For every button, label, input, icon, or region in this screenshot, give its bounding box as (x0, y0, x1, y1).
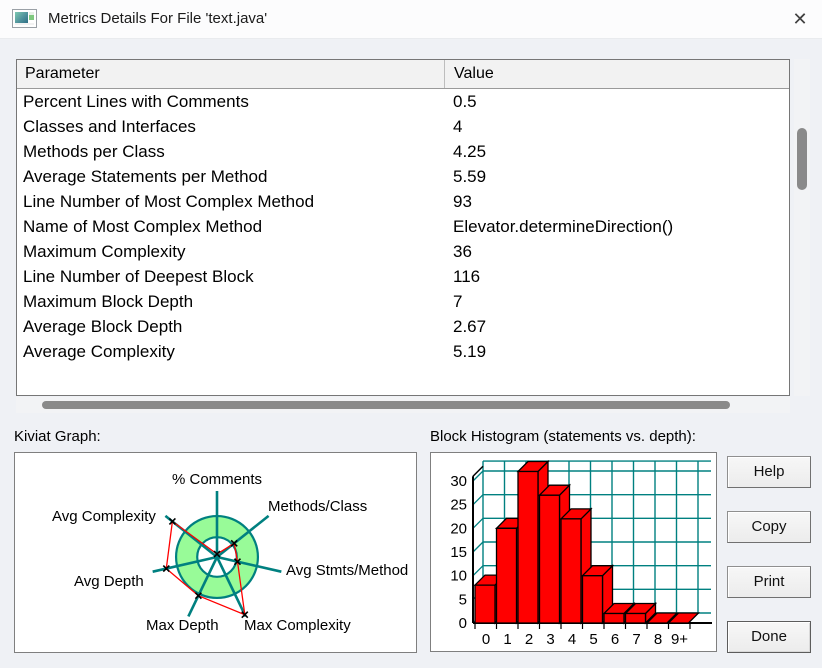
kiviat-chart: % Comments Methods/Class Avg Stmts/Method M… (52, 471, 408, 634)
x-tick-label: 6 (611, 631, 619, 648)
table-row: Percent Lines with Comments 0.5 (17, 89, 789, 114)
value-cell: 36 (453, 242, 472, 261)
metrics-details-dialog: Metrics Details For File 'text.java' ✕ P… (0, 0, 822, 668)
table-row: Line Number of Deepest Block 116 (17, 264, 789, 289)
kiviat-axis-label: Max Complexity (244, 617, 351, 634)
axis-depth-tick (472, 470, 484, 482)
bar-front-face (495, 527, 518, 624)
value-cell: 4.25 (453, 142, 487, 161)
bar-front-face (603, 612, 625, 624)
value-cell: 0.5 (453, 92, 477, 111)
y-tick-label: 10 (450, 568, 467, 585)
parameter-cell: Average Statements per Method (23, 167, 268, 186)
value-cell: 2.67 (453, 317, 487, 336)
kiviat-axis-label: Avg Stmts/Method (286, 562, 408, 579)
app-icon-block-2 (29, 15, 34, 20)
copy-button[interactable]: Copy (727, 511, 811, 543)
help-button[interactable]: Help (727, 456, 811, 488)
table-row: Line Number of Most Complex Method 93 (17, 189, 789, 214)
table-row: Maximum Complexity 36 (17, 239, 789, 264)
table-header: Parameter Value (17, 60, 789, 89)
parameter-cell: Maximum Complexity (23, 242, 186, 261)
app-icon-picture (15, 12, 28, 23)
parameter-cell: Classes and Interfaces (23, 117, 196, 136)
axis-depth-tick (472, 517, 484, 529)
vertical-scrollbar[interactable] (794, 59, 810, 396)
app-icon-block-3 (15, 23, 34, 25)
axis-depth-tick (472, 541, 484, 553)
parameter-cell: Line Number of Most Complex Method (23, 192, 315, 211)
block-histogram-label: Block Histogram (statements vs. depth): (430, 428, 696, 445)
kiviat-panel: % Comments Methods/Class Avg Stmts/Method M… (14, 452, 417, 653)
histogram-panel: 0 5 10 15 20 25 30 0 1 2 3 4 5 6 7 8 9+ (430, 452, 717, 652)
bar-front-face (624, 612, 647, 624)
x-tick-label: 1 (503, 631, 511, 648)
bar-front-face (581, 575, 604, 624)
y-tick-label: 20 (450, 520, 467, 537)
parameter-cell: Average Complexity (23, 342, 175, 361)
y-tick-label: 30 (450, 473, 467, 490)
done-button[interactable]: Done (727, 621, 811, 653)
histogram-chart: 0510152025300 1 2 3 4 5 6 7 8 9+ (450, 459, 712, 648)
metrics-table: Parameter Value Percent Lines with Comme… (16, 59, 790, 396)
table-row: Maximum Block Depth 7 (17, 289, 789, 314)
column-header-parameter[interactable]: Parameter (25, 60, 100, 88)
kiviat-axis-label: % Comments (172, 471, 262, 488)
table-row: Name of Most Complex Method Elevator.dete… (17, 214, 789, 239)
value-cell: 5.59 (453, 167, 487, 186)
bar-front-face (538, 494, 561, 624)
value-cell: 93 (453, 192, 472, 211)
x-tick-label: 5 (589, 631, 597, 648)
horizontal-scrollbar-thumb[interactable] (42, 401, 730, 409)
parameter-cell: Maximum Block Depth (23, 292, 194, 311)
parameter-cell: Percent Lines with Comments (23, 92, 249, 111)
x-tick-label: 2 (525, 631, 533, 648)
bar-front-face (517, 470, 539, 624)
x-tick-label: 9+ (671, 631, 688, 648)
print-button[interactable]: Print (727, 566, 811, 598)
column-header-value[interactable]: Value (444, 60, 784, 88)
x-tick-label: 4 (568, 631, 576, 648)
axis-depth-tick (472, 565, 484, 577)
table-body: Percent Lines with Comments 0.5 Classes an… (17, 89, 789, 364)
x-tick-label: 3 (546, 631, 554, 648)
value-cell: 5.19 (453, 342, 487, 361)
value-cell: Elevator.determineDirection() (453, 217, 674, 236)
x-tick-label: 0 (482, 631, 490, 648)
horizontal-scrollbar[interactable] (16, 397, 790, 413)
parameter-cell: Methods per Class (23, 142, 165, 161)
value-cell: 116 (453, 267, 481, 286)
vertical-scrollbar-thumb[interactable] (797, 128, 807, 190)
bar-front-face (474, 584, 496, 624)
table-row: Average Statements per Method 5.59 (17, 164, 789, 189)
axis-depth-tick (472, 494, 484, 506)
value-cell: 7 (453, 292, 463, 311)
title-bar[interactable]: Metrics Details For File 'text.java' ✕ (0, 0, 822, 39)
y-tick-label: 5 (459, 591, 467, 608)
x-tick-label: 8 (654, 631, 662, 648)
parameter-cell: Name of Most Complex Method (23, 217, 263, 236)
kiviat-axis-label: Methods/Class (268, 498, 367, 515)
y-tick-label: 25 (450, 497, 467, 514)
kiviat-graph-label: Kiviat Graph: (14, 428, 101, 445)
y-axis-top-depth (472, 465, 484, 477)
table-row: Average Complexity 5.19 (17, 339, 789, 364)
table-row: Average Block Depth 2.67 (17, 314, 789, 339)
y-tick-label: 15 (450, 544, 467, 561)
app-icon (12, 9, 37, 28)
close-icon[interactable]: ✕ (782, 4, 818, 34)
value-cell: 4 (453, 117, 463, 136)
kiviat-axis-label: Avg Depth (74, 573, 144, 590)
bar-front-face (560, 518, 582, 624)
x-tick-label: 7 (632, 631, 640, 648)
y-tick-label: 0 (459, 615, 467, 632)
window-title: Metrics Details For File 'text.java' (48, 10, 268, 27)
table-row: Methods per Class 4.25 (17, 139, 789, 164)
kiviat-axis-label: Avg Complexity (52, 508, 156, 525)
table-row: Classes and Interfaces 4 (17, 114, 789, 139)
kiviat-axis-label: Max Depth (146, 617, 219, 634)
parameter-cell: Line Number of Deepest Block (23, 267, 254, 286)
parameter-cell: Average Block Depth (23, 317, 183, 336)
